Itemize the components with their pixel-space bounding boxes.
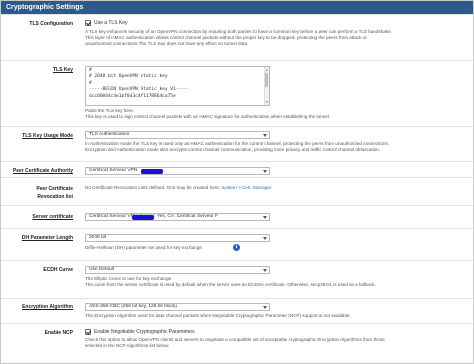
redaction-mark [132, 215, 154, 220]
dh-parameter-help: Diffie-Hellman (DH) parameter set used f… [85, 245, 204, 250]
tls-configuration-label: TLS Configuration [29, 21, 73, 27]
encryption-algorithm-help: The Encryption Algorithm used for data c… [85, 313, 351, 318]
textarea-scrollbar[interactable] [264, 67, 269, 105]
caret-down-icon [263, 269, 267, 272]
selected-value: Use Default [89, 267, 115, 272]
enable-ncp-checkbox-label: Enable Negotiable Cryptographic Paramete… [94, 328, 195, 335]
tls-key-label: TLS Key [52, 67, 73, 73]
server-cert-label: Server certificate [32, 214, 73, 220]
dh-parameter-label: DH Parameter Length [21, 235, 73, 241]
help-line: The curve from the server certificate is… [85, 282, 376, 288]
server-cert-select[interactable]: Certificat Serveur VPN (Server: Yes, CA:… [85, 213, 270, 221]
peer-crl-label: Peer Certificate Revocation list [36, 185, 73, 201]
peer-ca-label: Peer Certificate Authority [12, 168, 73, 174]
help-line: selected in the NCP Algorithms list belo… [85, 343, 170, 349]
tls-configuration-row: TLS Configuration Use a TLS Key A TLS ke… [1, 14, 473, 60]
enable-ncp-help: Check this option to allow OpenVPN clien… [85, 337, 385, 349]
dh-parameter-row: DH Parameter Length 2048 bit Diffie-Hell… [1, 228, 473, 260]
label-line: Peer Certificate [36, 186, 73, 192]
caret-down-icon [263, 237, 267, 240]
tls-key-textarea[interactable]: # # 2048 bit OpenVPN static key # -----B… [85, 66, 270, 106]
dh-parameter-select[interactable]: 2048 bit [85, 234, 270, 242]
tls-key-usage-row: TLS Key Usage Mode TLS Authentication In… [1, 126, 473, 161]
tls-key-usage-help: In Authentication mode the TLS key is us… [85, 141, 389, 153]
selected-value: TLS Authentication [89, 132, 130, 137]
tls-key-usage-label: TLS Key Usage Mode [22, 133, 73, 139]
caret-down-icon [263, 216, 267, 219]
encryption-algorithm-label: Encryption Algorithm [22, 304, 73, 310]
help-line: This key is used to sign control channel… [85, 114, 331, 120]
selected-value: AES-256-CBC (256 bit key, 128 bit block) [89, 304, 177, 309]
key-line: dcc00844c4e1bf043c4f1178864ca75e [89, 93, 176, 99]
peer-crl-row: Peer Certificate Revocation list No Cert… [1, 177, 473, 205]
ecdh-curve-help: The Elliptic Curve to use for key exchan… [85, 276, 376, 288]
info-icon[interactable]: i [233, 244, 240, 251]
use-tls-key-option[interactable]: Use a TLS Key [85, 19, 392, 26]
cert-manager-link[interactable]: System > Cert. Manager [221, 185, 271, 190]
tls-key-help: Paste the TLS key here. This key is used… [85, 108, 330, 120]
panel-title: Cryptographic Settings [1, 1, 473, 14]
crl-message: No Certificate Revocation Lists defined.… [85, 185, 222, 190]
label-line: Revocation list [37, 194, 73, 200]
help-line: Encryption and Authentication mode also … [85, 147, 381, 153]
tls-key-usage-select[interactable]: TLS Authentication [85, 131, 270, 139]
use-tls-key-checkbox[interactable] [85, 19, 91, 26]
server-cert-row: Server certificate Certificat Serveur VP… [1, 205, 473, 228]
selected-value: 2048 bit [89, 235, 107, 240]
caret-down-icon [263, 170, 267, 173]
selected-value: Certificat Serveur VPN [89, 168, 138, 173]
cryptographic-settings-panel: Cryptographic Settings TLS Configuration… [0, 0, 474, 364]
scrollbar-thumb[interactable] [265, 73, 268, 87]
encryption-algorithm-row: Encryption Algorithm AES-256-CBC (256 bi… [1, 298, 473, 323]
redaction-mark [141, 169, 163, 174]
enable-ncp-row: Enable NCP Enable Negotiable Cryptograph… [1, 323, 473, 363]
encryption-algorithm-select[interactable]: AES-256-CBC (256 bit key, 128 bit block) [85, 303, 270, 311]
peer-crl-text: No Certificate Revocation Lists defined.… [85, 185, 271, 191]
use-tls-key-label: Use a TLS Key [94, 19, 128, 26]
caret-down-icon [263, 134, 267, 137]
enable-ncp-option[interactable]: Enable Negotiable Cryptographic Paramete… [85, 328, 385, 335]
ecdh-curve-row: ECDH Curve Use Default The Elliptic Curv… [1, 260, 473, 298]
caret-down-icon [263, 306, 267, 309]
enable-ncp-checkbox[interactable] [85, 328, 91, 335]
tls-key-row: TLS Key # # 2048 bit OpenVPN static key … [1, 60, 473, 126]
enable-ncp-label: Enable NCP [44, 330, 73, 336]
tls-configuration-help: A TLS key enhances security of an OpenVP… [85, 29, 392, 48]
peer-ca-select[interactable]: Certificat Serveur VPN [85, 167, 270, 175]
ecdh-curve-select[interactable]: Use Default [85, 266, 270, 274]
ecdh-curve-label: ECDH Curve [43, 267, 73, 273]
peer-ca-row: Peer Certificate Authority Certificat Se… [1, 161, 473, 177]
help-line: unauthorized connections.The TLS Key doe… [85, 41, 249, 47]
